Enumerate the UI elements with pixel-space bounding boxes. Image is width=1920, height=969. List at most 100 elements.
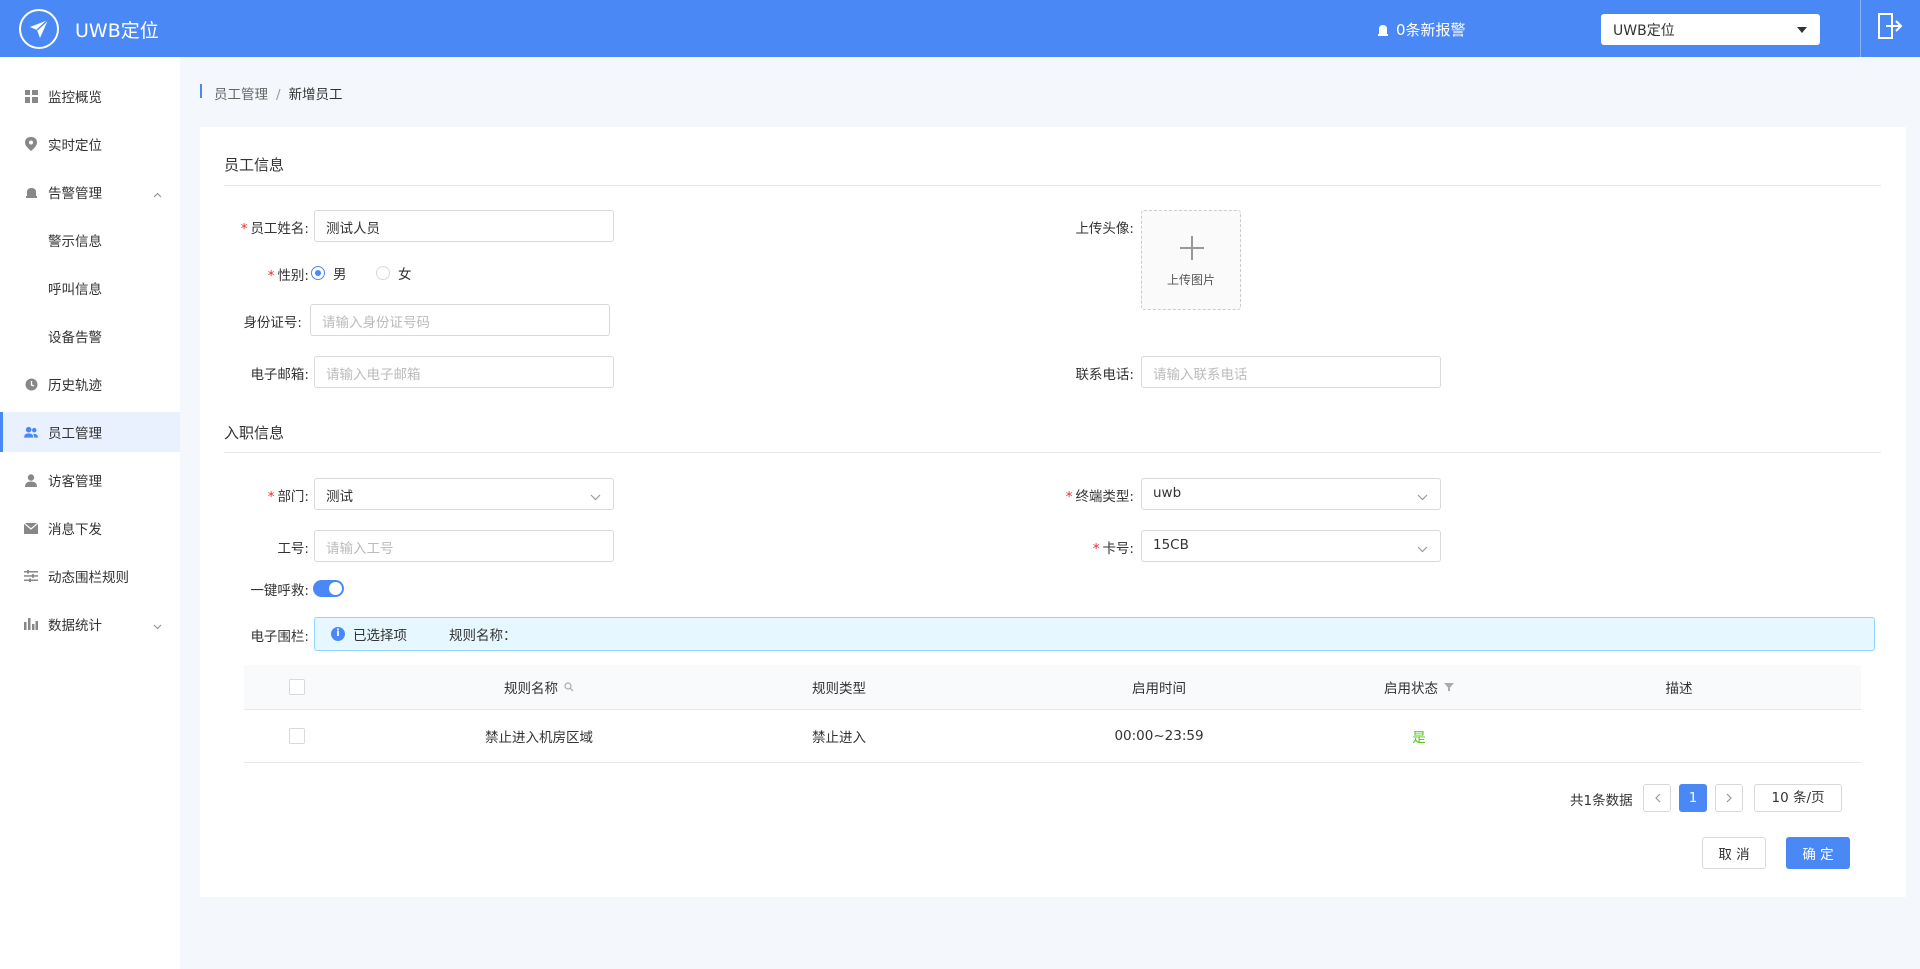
select-all-cell	[284, 665, 310, 709]
alarm-bell-icon	[1378, 24, 1388, 36]
page-1-button[interactable]: 1	[1679, 784, 1707, 812]
sidebar-item-monitor[interactable]: 监控概览	[0, 76, 180, 116]
required-mark: *	[240, 221, 248, 237]
fence-rule-name-text: 规则名称：	[449, 628, 517, 644]
required-mark: *	[1092, 541, 1100, 557]
gender-male-radio[interactable]: 男	[311, 263, 347, 283]
email-label: 电子邮箱:	[250, 367, 309, 383]
sidebar-item-label: 动态围栏规则	[48, 570, 129, 586]
section-title-job: 入职信息	[224, 424, 285, 442]
breadcrumb-parent[interactable]: 员工管理	[214, 87, 268, 103]
sidebar-item-realtime[interactable]: 实时定位	[0, 124, 180, 164]
prev-page-button[interactable]	[1643, 784, 1671, 812]
next-page-button[interactable]	[1715, 784, 1743, 812]
phone-input[interactable]: 请输入联系电话	[1141, 356, 1441, 388]
chevron-down-icon	[590, 489, 601, 505]
fence-table-header: 规则名称 规则类型 启用时间 启用状态 描述	[244, 665, 1861, 710]
sidebar-item-employee[interactable]: 员工管理	[0, 412, 180, 452]
users-icon	[24, 425, 38, 439]
email-input[interactable]: 请输入电子邮箱	[314, 356, 614, 388]
id-label: 身份证号:	[243, 315, 302, 331]
fence-label: 电子围栏:	[250, 629, 309, 645]
bar-chart-icon	[24, 617, 38, 631]
chevron-right-icon	[1726, 793, 1732, 803]
location-pin-icon	[24, 137, 38, 151]
work-no-label: 工号:	[277, 541, 309, 557]
header-description: 描述	[1665, 681, 1693, 697]
sidebar-item-warning[interactable]: 警示信息	[0, 220, 180, 260]
logout-icon[interactable]	[1877, 12, 1903, 44]
search-icon[interactable]	[564, 682, 574, 692]
pagination-total: 共1条数据	[1570, 793, 1633, 809]
work-no-input[interactable]: 请输入工号	[314, 530, 614, 562]
sidebar-item-label: 数据统计	[48, 618, 102, 634]
confirm-button[interactable]: 确 定	[1786, 837, 1850, 869]
cell-description	[1614, 710, 1744, 762]
required-mark: *	[267, 268, 275, 284]
dept-select[interactable]: 测试	[314, 478, 614, 510]
gender-female-radio[interactable]: 女	[376, 263, 412, 283]
section-title-employee: 员工信息	[224, 156, 285, 174]
header-rule-type: 规则类型	[812, 681, 866, 697]
table-row: 禁止进入机房区域 禁止进入 00:00~23:59 是	[244, 710, 1861, 763]
select-all-checkbox[interactable]	[289, 679, 305, 695]
sidebar-item-label: 监控概览	[48, 90, 102, 106]
plus-icon	[1179, 235, 1205, 265]
sidebar-item-statistics[interactable]: 数据统计	[0, 604, 180, 644]
chevron-down-icon	[1417, 489, 1428, 505]
page-size-select[interactable]: 10 条/页	[1754, 784, 1842, 812]
cell-rule-type: 禁止进入	[812, 730, 866, 746]
clock-icon	[24, 377, 38, 391]
sidebar-item-history[interactable]: 历史轨迹	[0, 364, 180, 404]
sidebar-item-device-alarm[interactable]: 设备告警	[0, 316, 180, 356]
avatar-upload[interactable]: 上传图片	[1141, 210, 1241, 310]
info-icon: i	[331, 627, 345, 641]
rules-list-icon	[24, 569, 38, 583]
alarm-notification[interactable]: 0条新报警	[1376, 19, 1466, 40]
sidebar-item-label: 消息下发	[48, 522, 102, 538]
fence-selection-alert: i 已选择项 规则名称：	[314, 617, 1875, 651]
header-divider	[1860, 0, 1861, 57]
required-mark: *	[267, 489, 275, 505]
sos-toggle[interactable]	[313, 580, 344, 597]
system-select[interactable]: UWB定位	[1601, 14, 1820, 45]
bell-icon	[24, 185, 38, 199]
sidebar-item-message[interactable]: 消息下发	[0, 508, 180, 548]
chevron-left-icon	[1654, 793, 1660, 803]
row-select-cell	[284, 710, 310, 762]
radio-dot	[376, 266, 390, 280]
name-label: * 员工姓名:	[240, 221, 309, 237]
section-divider	[224, 185, 1881, 186]
sidebar-item-fence-rules[interactable]: 动态围栏规则	[0, 556, 180, 596]
upload-text: 上传图片	[1166, 273, 1215, 287]
card-label: * 卡号:	[1092, 541, 1134, 557]
fence-selected-text: 已选择项	[353, 628, 407, 644]
card-select-value: 15CB	[1153, 537, 1189, 553]
terminal-select[interactable]: uwb	[1141, 478, 1441, 510]
cell-enable-time: 00:00~23:59	[1114, 728, 1204, 744]
card-select[interactable]: 15CB	[1141, 530, 1441, 562]
avatar-label: 上传头像:	[1075, 221, 1134, 237]
top-header: UWB定位 0条新报警 UWB定位	[0, 0, 1920, 57]
sidebar-item-label: 警示信息	[48, 234, 102, 250]
app-title: UWB定位	[75, 20, 159, 42]
section-divider	[224, 452, 1881, 453]
system-select-value: UWB定位	[1613, 23, 1675, 39]
sidebar-item-visitor[interactable]: 访客管理	[0, 460, 180, 500]
row-checkbox[interactable]	[289, 728, 305, 744]
name-input[interactable]: 测试人员	[314, 210, 614, 242]
breadcrumb: 员工管理 / 新增员工	[214, 83, 343, 103]
cancel-button[interactable]: 取 消	[1702, 837, 1766, 869]
dept-select-value: 测试	[326, 489, 353, 505]
sidebar-item-label: 访客管理	[48, 474, 102, 490]
sidebar-item-alarm[interactable]: 告警管理	[0, 172, 180, 212]
sidebar-item-label: 告警管理	[48, 186, 102, 202]
phone-label: 联系电话:	[1075, 367, 1134, 383]
id-number-input[interactable]: 请输入身份证号码	[310, 304, 610, 336]
chevron-down-icon	[153, 618, 162, 634]
filter-icon[interactable]	[1444, 682, 1454, 692]
sidebar-item-call[interactable]: 呼叫信息	[0, 268, 180, 308]
cell-enable-status: 是	[1412, 730, 1426, 746]
header-enable-time: 启用时间	[1132, 681, 1186, 697]
employee-form-card: 员工信息 * 员工姓名: 测试人员 * 性别: 男 女 身份证号: 请输入身份证号码…	[200, 127, 1906, 897]
